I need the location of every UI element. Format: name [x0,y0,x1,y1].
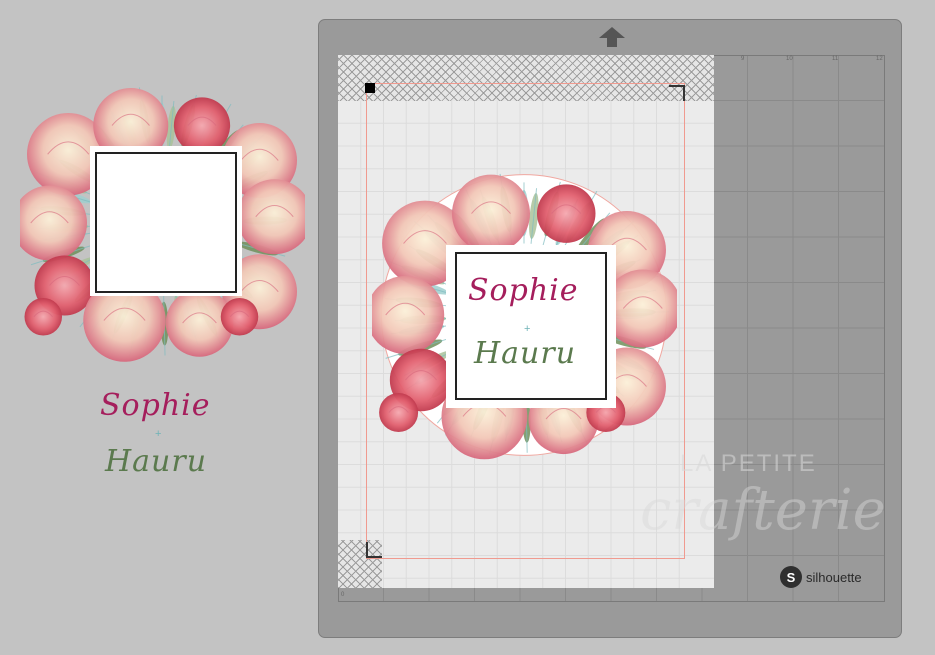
silhouette-logo-icon: S [780,566,802,588]
watermark-line2: crafterie [640,478,886,543]
ruler-label: 12 [876,56,883,62]
registration-mark-square [365,83,375,93]
brand-label: S silhouette [780,566,862,588]
ruler-label: 11 [832,56,839,62]
ruler-label: 10 [786,56,793,62]
preview-name-hauru: Hauru [105,444,208,479]
load-direction-arrow-icon[interactable] [598,26,626,48]
brand-text: silhouette [806,569,862,585]
preview-plus-symbol: + [155,428,162,440]
registration-mark-bottom-left [366,542,382,558]
watermark-line1: LA PETITE [680,450,817,477]
preview-name-sophie: Sophie [100,388,211,423]
design-name-hauru: Hauru [474,336,577,371]
frame-border-left [95,152,237,293]
design-plus-symbol: + [524,323,531,335]
ruler-label: 0 [341,592,345,598]
registration-mark-top-right [669,85,685,101]
ruler-label: 9 [741,56,745,62]
design-name-sophie: Sophie [468,273,579,308]
